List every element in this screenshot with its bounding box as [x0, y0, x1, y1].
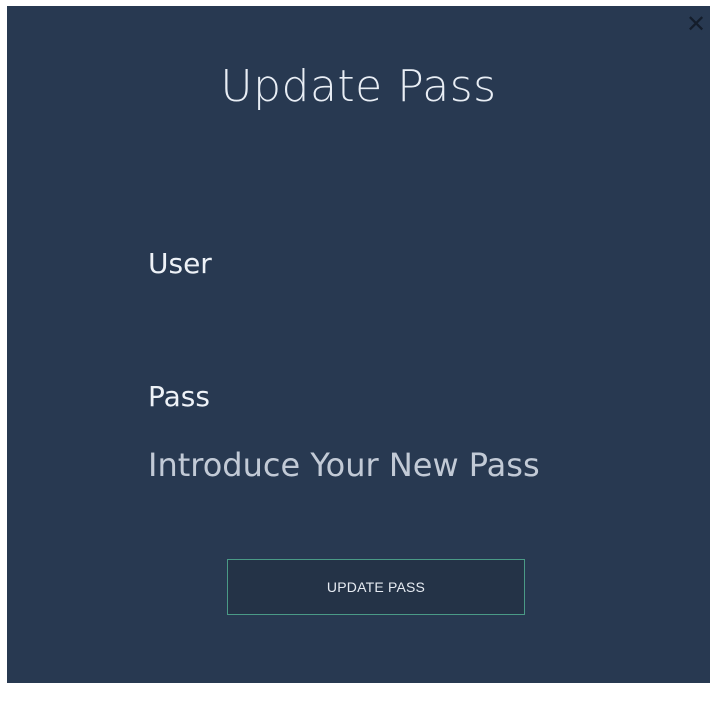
update-pass-button[interactable]: UPDATE PASS: [227, 559, 525, 615]
user-input[interactable]: [148, 289, 668, 333]
new-pass-input[interactable]: [148, 443, 668, 487]
user-label: User: [148, 247, 212, 280]
dialog-title: Update Pass: [220, 61, 497, 112]
update-pass-dialog: ✕ Update Pass User Pass UPDATE PASS: [7, 6, 710, 683]
close-icon[interactable]: ✕: [684, 12, 708, 36]
pass-label: Pass: [148, 380, 210, 413]
